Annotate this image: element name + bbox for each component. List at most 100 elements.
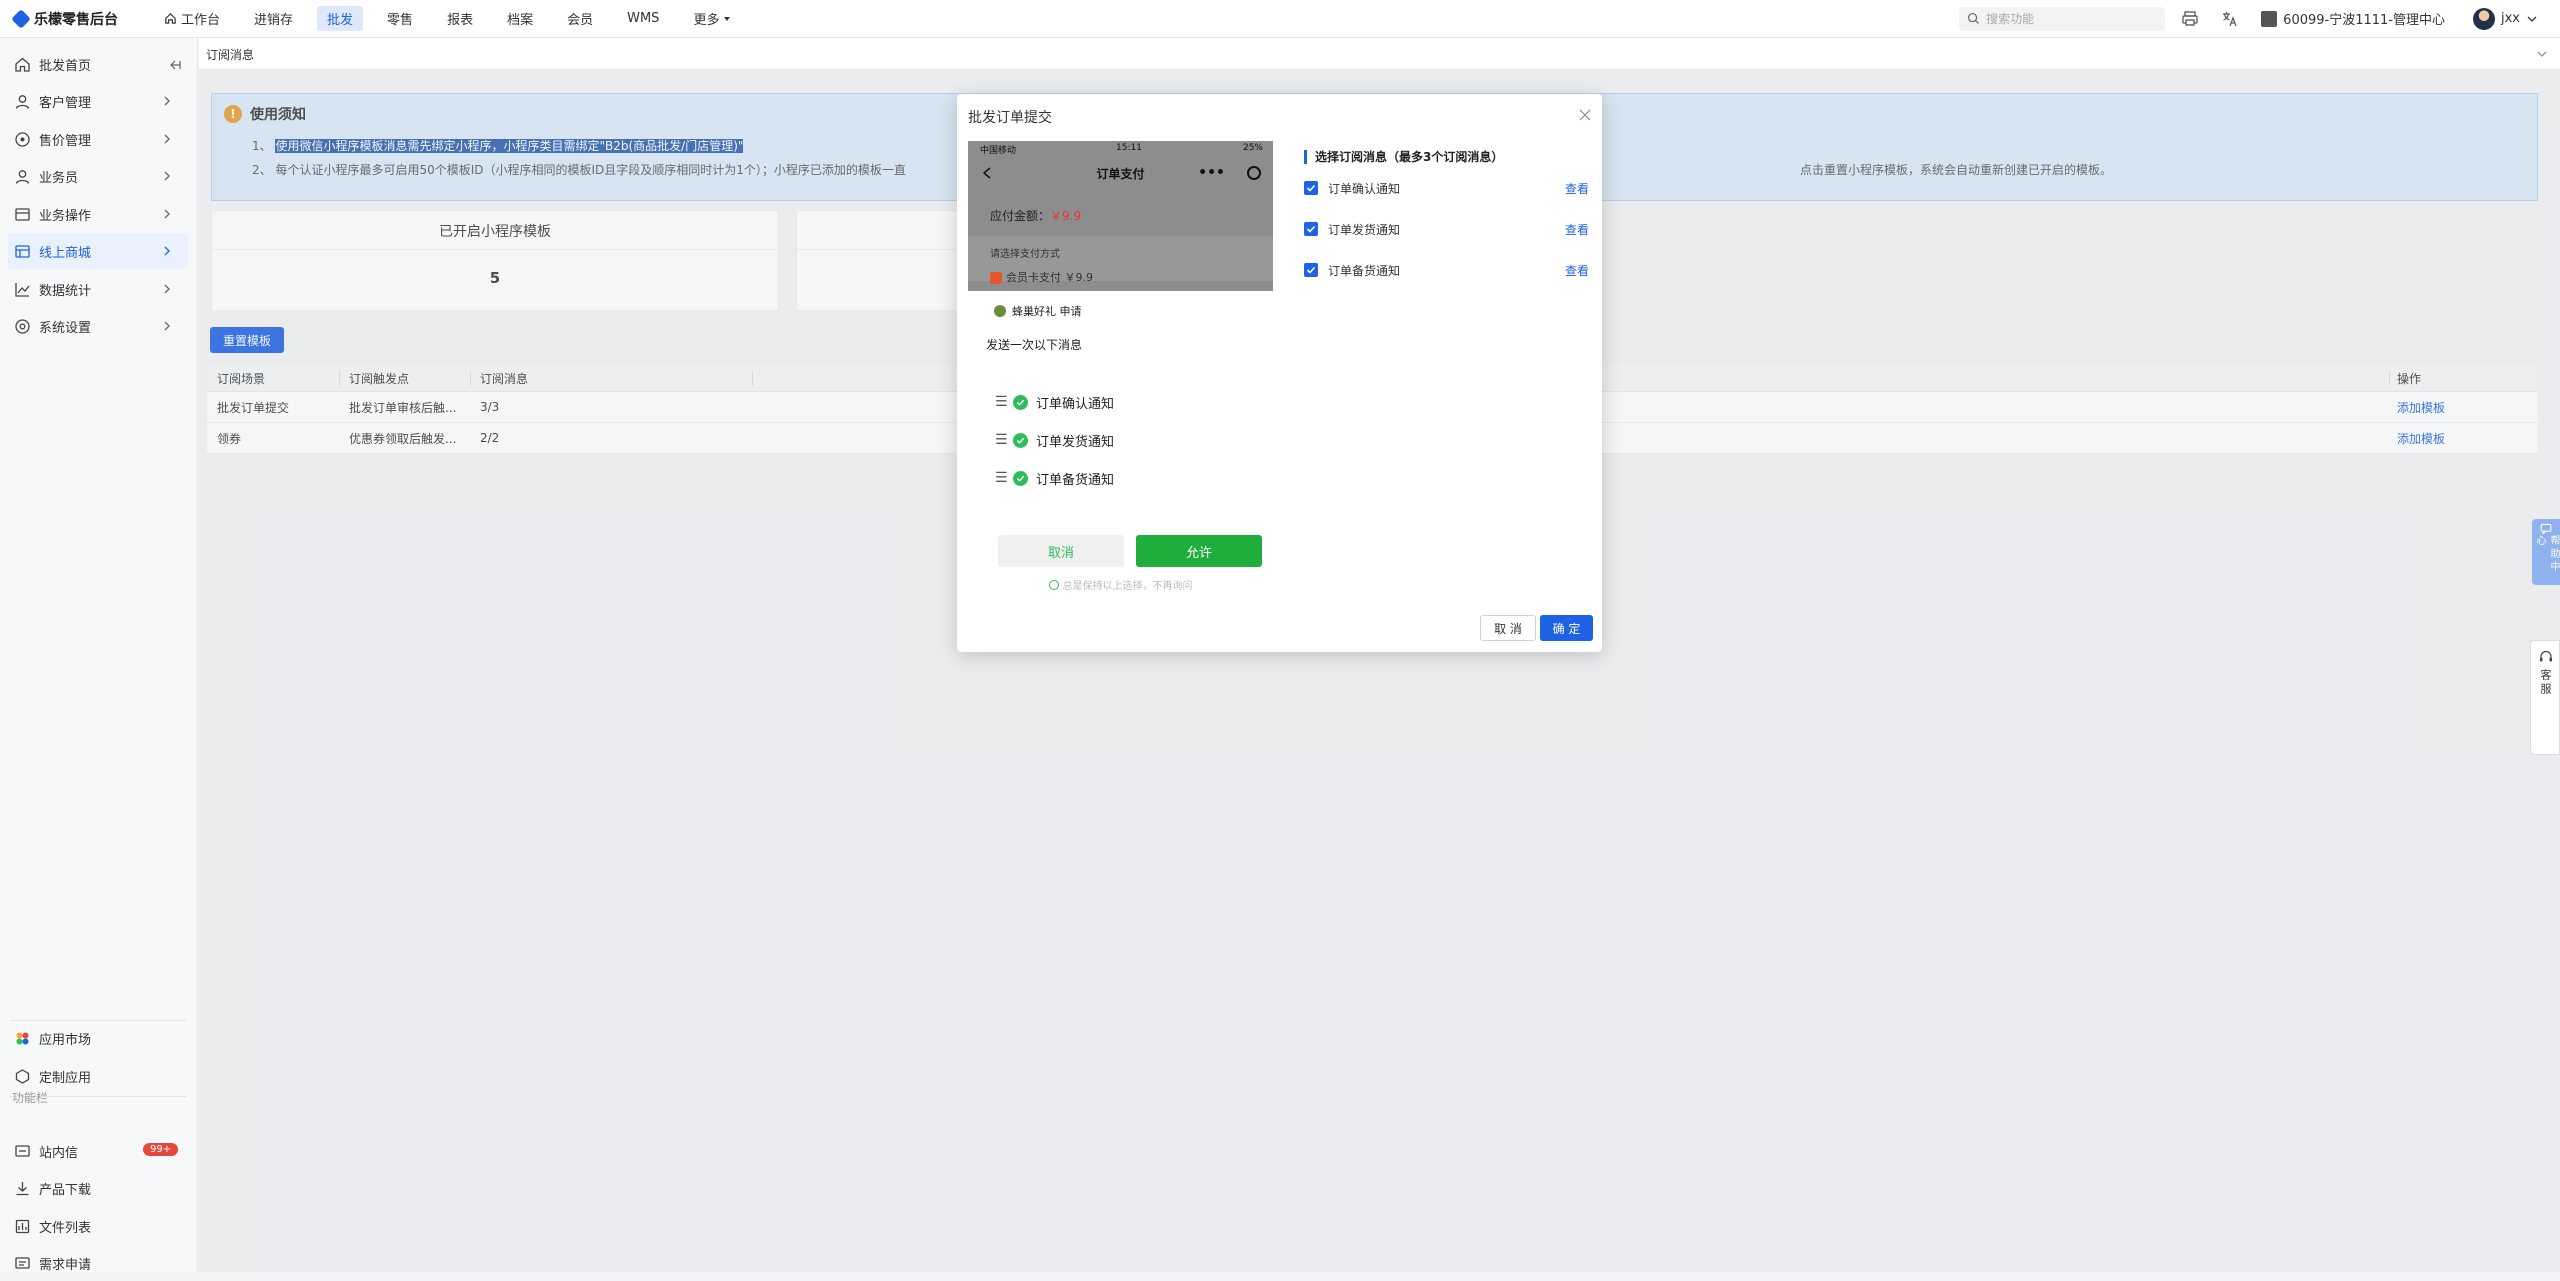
- amount-value: ￥9.9: [1050, 209, 1082, 223]
- sidebar-item-download[interactable]: 产品下载: [0, 1170, 198, 1206]
- nav-wms[interactable]: WMS: [617, 8, 669, 29]
- confirm-button[interactable]: 确 定: [1540, 615, 1593, 641]
- more-icon: •••: [1198, 165, 1225, 181]
- sidebar-item-customers[interactable]: 客户管理: [0, 83, 198, 119]
- sidebar-section-label: 功能栏: [12, 1091, 49, 1105]
- price-icon: [15, 131, 30, 147]
- drag-handle-icon: ☰: [995, 432, 1008, 448]
- card-icon: [990, 272, 1002, 284]
- chevron-right-icon: [164, 134, 170, 144]
- nav-inventory[interactable]: 进销存: [244, 6, 303, 31]
- sidebar-item-statistics[interactable]: 数据统计: [0, 271, 198, 307]
- clock-text: 15:11: [1116, 143, 1142, 153]
- request-icon: [15, 1256, 30, 1269]
- avatar: [2473, 7, 2495, 30]
- payment-method-label: 请选择支付方式: [990, 249, 1060, 260]
- sidebar-item-requests[interactable]: 需求申请: [0, 1245, 198, 1281]
- chat-icon: [2540, 523, 2552, 535]
- nav-label: 零售: [387, 13, 414, 28]
- file-icon: [15, 1219, 30, 1233]
- permission-label: 订单确认通知: [1036, 396, 1115, 412]
- sidebar-item-wholesale-home[interactable]: 批发首页: [0, 46, 198, 82]
- sidebar-item-label: 业务员: [39, 170, 79, 186]
- payment-option-label: 会员卡支付 ￥9.9: [1006, 271, 1093, 284]
- caret-down-icon: [724, 16, 731, 21]
- checkbox-checked[interactable]: [1304, 263, 1318, 277]
- submit-dialog: 批发订单提交 中国移动 15:11 25% 订单支付 ••• 应付金额：￥9.9…: [957, 94, 1602, 652]
- option-order-stocking: 订单备货通知 查看: [1304, 262, 1589, 278]
- sheet-heading: 发送一次以下消息: [986, 338, 1083, 352]
- sidebar-item-pricing[interactable]: 售价管理: [0, 121, 198, 157]
- panel-title: 选择订阅消息（最多3个订阅消息）: [1304, 150, 1503, 164]
- chevron-right-icon: [164, 96, 170, 106]
- sidebar-item-label: 需求申请: [39, 1257, 92, 1273]
- battery-text: 25%: [1242, 143, 1263, 153]
- option-label: 订单发货通知: [1328, 222, 1401, 237]
- keep-choice-text: 总是保持以上选择，不再询问: [1062, 581, 1193, 592]
- nav-retail[interactable]: 零售: [377, 6, 423, 31]
- help-center-label: 帮助中心: [2534, 534, 2559, 574]
- store-switcher[interactable]: 60099-宁波1111-管理中心: [2261, 9, 2445, 28]
- sidebar-item-files[interactable]: 文件列表: [0, 1208, 198, 1244]
- app-title: 乐檬零售后台: [34, 11, 118, 28]
- sidebar-item-app-market[interactable]: 应用市场: [0, 1020, 198, 1056]
- sidebar-item-label: 系统设置: [39, 320, 92, 336]
- app-logo[interactable]: 乐檬零售后台: [0, 8, 146, 29]
- search-icon: [1968, 12, 1980, 25]
- view-link[interactable]: 查看: [1565, 262, 1589, 279]
- checkbox-checked[interactable]: [1304, 222, 1318, 236]
- sidebar-item-operations[interactable]: 业务操作: [0, 196, 198, 232]
- check-circle-icon: [1013, 432, 1028, 448]
- sidebar-item-messages[interactable]: 站内信 99+: [0, 1133, 198, 1169]
- chevron-right-icon: [164, 209, 170, 219]
- close-icon[interactable]: [1578, 108, 1592, 122]
- printer-icon[interactable]: [2181, 10, 2199, 28]
- user-menu[interactable]: jxx: [2473, 7, 2538, 30]
- dialog-title: 批发订单提交: [968, 110, 1052, 126]
- user-icon: [15, 94, 30, 109]
- nav-label: 批发: [327, 13, 354, 28]
- sidebar-item-settings[interactable]: 系统设置: [0, 308, 198, 344]
- main-nav: 工作台 进销存 批发 零售 报表 档案 会员 WMS 更多: [154, 6, 755, 31]
- nav-label: 会员: [567, 13, 594, 28]
- view-link[interactable]: 查看: [1565, 221, 1589, 238]
- page-tabs: 订阅消息: [199, 38, 2560, 70]
- sidebar-item-salesman[interactable]: 业务员: [0, 158, 198, 194]
- nav-archive[interactable]: 档案: [497, 6, 543, 31]
- subscribe-sheet: 蜂巢好礼 申请 发送一次以下消息 ☰ 订单确认通知 ☰ 订单发货通知 ☰ 订单备…: [968, 291, 1273, 599]
- checkbox-checked[interactable]: [1304, 181, 1318, 195]
- chevron-down-icon[interactable]: [2536, 48, 2548, 60]
- chevron-right-icon: [164, 171, 170, 181]
- sidebar-item-label: 产品下载: [39, 1182, 92, 1198]
- chevron-right-icon: [164, 321, 170, 331]
- payment-amount: 应付金额：￥9.9: [990, 207, 1081, 224]
- sidebar-item-label: 售价管理: [39, 133, 92, 149]
- permission-item: ☰ 订单确认通知: [995, 393, 1115, 412]
- cancel-button[interactable]: 取 消: [1480, 615, 1536, 641]
- search-placeholder: 搜索功能: [1986, 12, 2035, 26]
- headset-icon: [2540, 650, 2552, 662]
- translate-icon[interactable]: [2221, 10, 2239, 28]
- nav-wholesale[interactable]: 批发: [317, 6, 364, 31]
- nav-reports[interactable]: 报表: [437, 6, 483, 31]
- search-input[interactable]: 搜索功能: [1959, 6, 2166, 31]
- tab-subscription-messages[interactable]: 订阅消息: [206, 46, 254, 63]
- person-icon: [15, 169, 30, 184]
- payment-title: 订单支付: [1096, 167, 1145, 181]
- nav-workbench[interactable]: 工作台: [154, 6, 230, 31]
- view-link[interactable]: 查看: [1565, 180, 1589, 197]
- nav-label: 工作台: [181, 13, 221, 28]
- nav-member[interactable]: 会员: [557, 6, 603, 31]
- help-center-tab[interactable]: 帮助中心: [2532, 519, 2560, 585]
- option-label: 订单确认通知: [1328, 181, 1401, 196]
- home-icon: [165, 13, 176, 24]
- store-name: 60099-宁波1111-管理中心: [2283, 13, 2445, 28]
- customer-service-tab[interactable]: 客服: [2530, 640, 2560, 755]
- collapse-sidebar-icon[interactable]: [168, 58, 182, 72]
- shop-icon: [15, 244, 30, 258]
- sidebar-item-online-mall[interactable]: 线上商城: [8, 233, 188, 269]
- nav-more[interactable]: 更多: [683, 6, 741, 31]
- nav-label: 报表: [447, 13, 474, 28]
- store-icon: [2261, 10, 2278, 27]
- nav-label: 进销存: [254, 13, 294, 28]
